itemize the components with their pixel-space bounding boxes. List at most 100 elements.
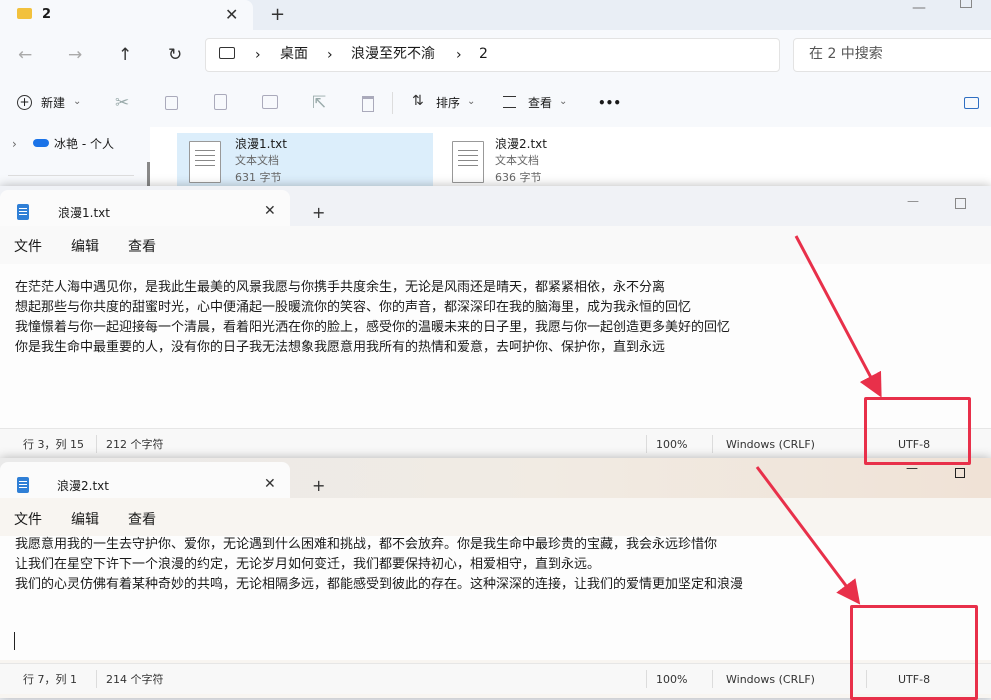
line-ending[interactable]: Windows (CRLF): [726, 439, 815, 450]
share-icon[interactable]: ⇱: [312, 93, 326, 113]
search-input[interactable]: 在 2 中搜索: [809, 47, 883, 61]
toolbar-divider: [392, 92, 393, 114]
maximize-icon[interactable]: [960, 0, 972, 8]
sort-icon: ⇅: [412, 93, 424, 109]
explorer-tab-title: 2: [42, 7, 52, 22]
maximize-icon[interactable]: [955, 198, 966, 209]
rename-icon[interactable]: [262, 95, 278, 109]
search-box[interactable]: 在 2 中搜索: [793, 38, 991, 72]
chevron-down-icon: ⌄: [467, 96, 476, 107]
status-divider: [646, 435, 647, 453]
menu-file[interactable]: 文件: [14, 513, 42, 527]
up-arrow-icon[interactable]: ↑: [118, 45, 132, 65]
breadcrumb-subfolder[interactable]: 2: [479, 47, 488, 61]
new-tab-icon[interactable]: +: [312, 203, 325, 222]
details-pane-icon[interactable]: [964, 97, 979, 109]
zoom-level[interactable]: 100%: [656, 674, 687, 685]
notepad-menubar: 文件 编辑 查看: [0, 226, 991, 264]
file-size: 636 字节: [495, 171, 542, 184]
notepad-text-area[interactable]: 我愿意用我的一生去守护你、爱你，无论遇到什么困难和挑战，都不会放弃。你是我生命中…: [0, 536, 991, 660]
breadcrumb-folder[interactable]: 浪漫至死不渝: [351, 47, 435, 61]
menu-view[interactable]: 查看: [128, 513, 156, 527]
text-line: 我们的心灵仿佛有着某种奇妙的共鸣，无论相隔多远，都能感受到彼此的存在。这种深深的…: [15, 577, 744, 592]
file-item[interactable]: 浪漫2.txt 文本文档 636 字节: [440, 133, 690, 190]
maximize-icon[interactable]: [955, 468, 965, 478]
char-count: 214 个字符: [106, 673, 164, 686]
navigation-pane: › 冰艳 - 个人: [0, 127, 150, 190]
file-type: 文本文档: [495, 154, 539, 167]
text-line: 我愿意用我的一生去守护你、爱你，无论遇到什么困难和挑战，都不会放弃。你是我生命中…: [15, 537, 718, 552]
sort-button[interactable]: 排序: [436, 97, 460, 109]
notepad-icon: [17, 477, 29, 493]
notepad-icon: [17, 204, 29, 220]
menu-view[interactable]: 查看: [128, 240, 156, 254]
delete-icon[interactable]: [362, 96, 374, 112]
highlight-box-encoding-1: [864, 397, 971, 465]
notepad-window-2: 浪漫2.txt ✕ + — 文件 编辑 查看 我愿意用我的一生去守护你、爱你，无…: [0, 458, 991, 698]
menu-edit[interactable]: 编辑: [71, 240, 99, 254]
text-line: 让我们在星空下许下一个浪漫的约定，无论岁月如何变迁，我们都要保持初心，相爱相守，…: [15, 557, 601, 572]
text-file-icon: [452, 141, 484, 183]
text-cursor: [14, 632, 15, 650]
address-bar[interactable]: › 桌面 › 浪漫至死不渝 › 2: [205, 38, 780, 72]
close-icon[interactable]: ✕: [225, 5, 238, 24]
menu-file[interactable]: 文件: [14, 240, 42, 254]
new-plus-icon: +: [17, 95, 32, 110]
new-tab-icon[interactable]: +: [312, 476, 325, 495]
close-icon[interactable]: ✕: [264, 476, 276, 492]
view-icon: [503, 96, 516, 108]
nav-divider: [8, 175, 134, 176]
view-button[interactable]: 查看: [528, 97, 552, 109]
forward-arrow-icon[interactable]: →: [68, 45, 82, 65]
status-bar: 行 3，列 15 212 个字符 100% Windows (CRLF) UTF…: [0, 428, 991, 459]
minimize-icon[interactable]: —: [912, 0, 926, 16]
folder-icon: [17, 8, 32, 19]
file-type: 文本文档: [235, 154, 279, 167]
breadcrumb-separator: ›: [456, 47, 462, 63]
text-line: 我憧憬着与你一起迎接每一个清晨，看着阳光洒在你的脸上，感受你的温暖未来的日子里，…: [15, 320, 731, 335]
status-divider: [96, 670, 97, 688]
chevron-down-icon: ⌄: [559, 96, 568, 107]
paste-icon[interactable]: [214, 94, 227, 110]
new-button[interactable]: 新建: [41, 97, 65, 109]
chevron-right-icon[interactable]: ›: [12, 137, 17, 151]
breadcrumb-separator: ›: [327, 47, 333, 63]
computer-icon: [219, 47, 235, 59]
file-item[interactable]: 浪漫1.txt 文本文档 631 字节: [177, 133, 433, 190]
minimize-icon[interactable]: —: [907, 194, 919, 208]
text-line: 在茫茫人海中遇见你，是我此生最美的风景我愿与你携手共度余生，无论是风雨还是晴天，…: [15, 280, 666, 295]
file-name: 浪漫2.txt: [495, 137, 547, 151]
copy-icon[interactable]: [165, 96, 178, 110]
char-count: 212 个字符: [106, 438, 164, 451]
highlight-box-encoding-2: [850, 605, 978, 700]
notepad-tab-title: 浪漫1.txt: [58, 206, 110, 220]
notepad-text-area[interactable]: 在茫茫人海中遇见你，是我此生最美的风景我愿与你携手共度余生，无论是风雨还是晴天，…: [0, 264, 991, 428]
cursor-position: 行 3，列 15: [23, 438, 84, 451]
new-tab-icon[interactable]: +: [270, 4, 285, 25]
cloud-icon: [33, 139, 49, 147]
cut-icon[interactable]: ✂: [115, 93, 129, 113]
back-arrow-icon[interactable]: ←: [18, 45, 32, 65]
close-icon[interactable]: ✕: [264, 203, 276, 219]
cursor-position: 行 7，列 1: [23, 673, 77, 686]
nav-item-onedrive[interactable]: 冰艳 - 个人: [54, 138, 114, 150]
notepad-tab[interactable]: 浪漫2.txt ✕: [0, 462, 290, 498]
refresh-icon[interactable]: ↻: [168, 45, 182, 65]
line-ending[interactable]: Windows (CRLF): [726, 674, 815, 685]
notepad-menubar: 文件 编辑 查看: [0, 500, 991, 538]
status-divider: [646, 670, 647, 688]
status-bar: 行 7，列 1 214 个字符 100% Windows (CRLF) UTF-…: [0, 663, 991, 694]
breadcrumb-separator: ›: [255, 47, 261, 63]
notepad-tab-title: 浪漫2.txt: [57, 479, 109, 493]
text-line: 你是我生命中最重要的人，没有你的日子我无法想象我愿意用我所有的热情和爱意，去呵护…: [15, 340, 666, 355]
menu-edit[interactable]: 编辑: [71, 513, 99, 527]
more-options-button[interactable]: •••: [598, 97, 621, 109]
file-name: 浪漫1.txt: [235, 137, 287, 151]
breadcrumb-desktop[interactable]: 桌面: [280, 47, 308, 61]
explorer-tab[interactable]: 2 ✕: [0, 0, 253, 30]
file-explorer-window: 2 ✕ + — ← → ↑ ↻ › 桌面 › 浪漫至死不渝 › 2 在 2 中搜…: [0, 0, 991, 190]
zoom-level[interactable]: 100%: [656, 439, 687, 450]
notepad-tab[interactable]: 浪漫1.txt ✕: [0, 190, 290, 226]
status-divider: [712, 670, 713, 688]
status-divider: [712, 435, 713, 453]
